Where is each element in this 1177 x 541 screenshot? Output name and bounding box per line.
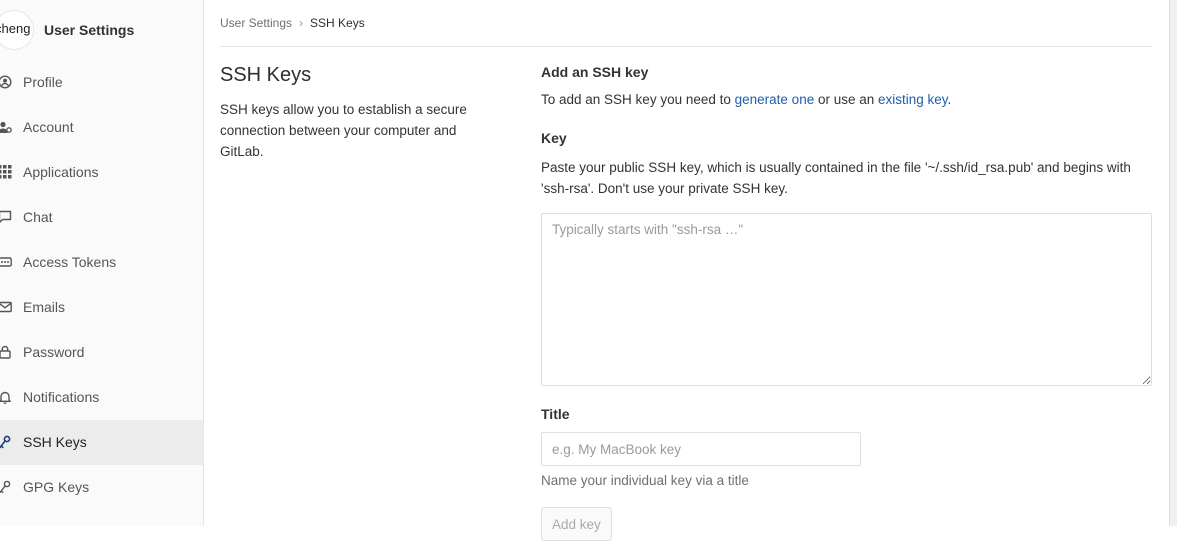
email-icon xyxy=(0,301,12,313)
bell-icon xyxy=(0,391,11,404)
sidebar: cheng User Settings Profile Account Appl… xyxy=(0,0,204,526)
form-heading: Add an SSH key xyxy=(541,64,649,80)
scrollbar[interactable] xyxy=(1169,0,1177,526)
lock-icon xyxy=(0,345,11,359)
account-icon xyxy=(0,121,12,133)
intro-text: To add an SSH key you need to xyxy=(541,92,735,107)
sidebar-item-label: Chat xyxy=(23,209,53,225)
breadcrumb-current[interactable]: SSH Keys xyxy=(310,16,365,30)
key-textarea[interactable] xyxy=(541,213,1152,386)
sidebar-item-label: Applications xyxy=(23,164,99,180)
sidebar-item-label: Password xyxy=(23,344,85,360)
sidebar-item-label: Emails xyxy=(23,299,66,315)
intro-text: or use an xyxy=(814,92,879,107)
sidebar-item-emails[interactable]: Emails xyxy=(0,285,203,330)
profile-icon xyxy=(0,75,12,89)
sidebar-item-applications[interactable]: Applications xyxy=(0,150,203,195)
sidebar-item-profile[interactable]: Profile xyxy=(0,60,203,105)
generate-one-link[interactable]: generate one xyxy=(735,92,815,107)
avatar[interactable]: cheng xyxy=(0,10,34,50)
page-title: SSH Keys xyxy=(220,64,312,86)
key-label: Key xyxy=(541,130,567,146)
sidebar-item-label: Profile xyxy=(23,74,63,90)
sidebar-item-account[interactable]: Account xyxy=(0,105,203,150)
title-label: Title xyxy=(541,406,570,422)
divider xyxy=(220,46,1152,47)
form-intro: To add an SSH key you need to generate o… xyxy=(541,92,951,107)
key-help-text: Paste your public SSH key, which is usua… xyxy=(541,160,1131,196)
page-description: SSH keys allow you to establish a secure… xyxy=(220,102,467,159)
applications-icon xyxy=(0,165,12,179)
sidebar-item-label: GPG Keys xyxy=(23,479,90,495)
chat-icon xyxy=(0,210,12,223)
sidebar-item-chat[interactable]: Chat xyxy=(0,195,203,240)
sidebar-item-label: Access Tokens xyxy=(23,254,117,270)
sidebar-item-ssh-keys[interactable]: SSH Keys xyxy=(0,420,203,465)
breadcrumb-separator-icon: › xyxy=(299,16,304,30)
sidebar-header: cheng User Settings xyxy=(0,8,203,50)
sidebar-item-label: SSH Keys xyxy=(23,434,87,450)
access-tokens-icon xyxy=(0,257,12,267)
key-icon xyxy=(0,480,11,494)
add-key-button[interactable]: Add key xyxy=(541,507,612,541)
title-help-text: Name your individual key via a title xyxy=(541,473,749,488)
breadcrumb: User Settings › SSH Keys xyxy=(220,16,365,30)
sidebar-item-label: Notifications xyxy=(23,389,100,405)
sidebar-nav: Profile Account Applications Chat Access… xyxy=(0,60,203,510)
sidebar-item-label: Account xyxy=(23,119,74,135)
intro-text: . xyxy=(947,92,952,107)
breadcrumb-link-user-settings[interactable]: User Settings xyxy=(220,16,292,30)
title-input[interactable] xyxy=(541,432,861,466)
existing-key-link[interactable]: existing key xyxy=(878,92,948,107)
sidebar-item-gpg-keys[interactable]: GPG Keys xyxy=(0,465,203,510)
key-icon xyxy=(0,435,11,449)
sidebar-title: User Settings xyxy=(44,22,135,38)
sidebar-item-access-tokens[interactable]: Access Tokens xyxy=(0,240,203,285)
sidebar-item-notifications[interactable]: Notifications xyxy=(0,375,203,420)
sidebar-item-password[interactable]: Password xyxy=(0,330,203,375)
